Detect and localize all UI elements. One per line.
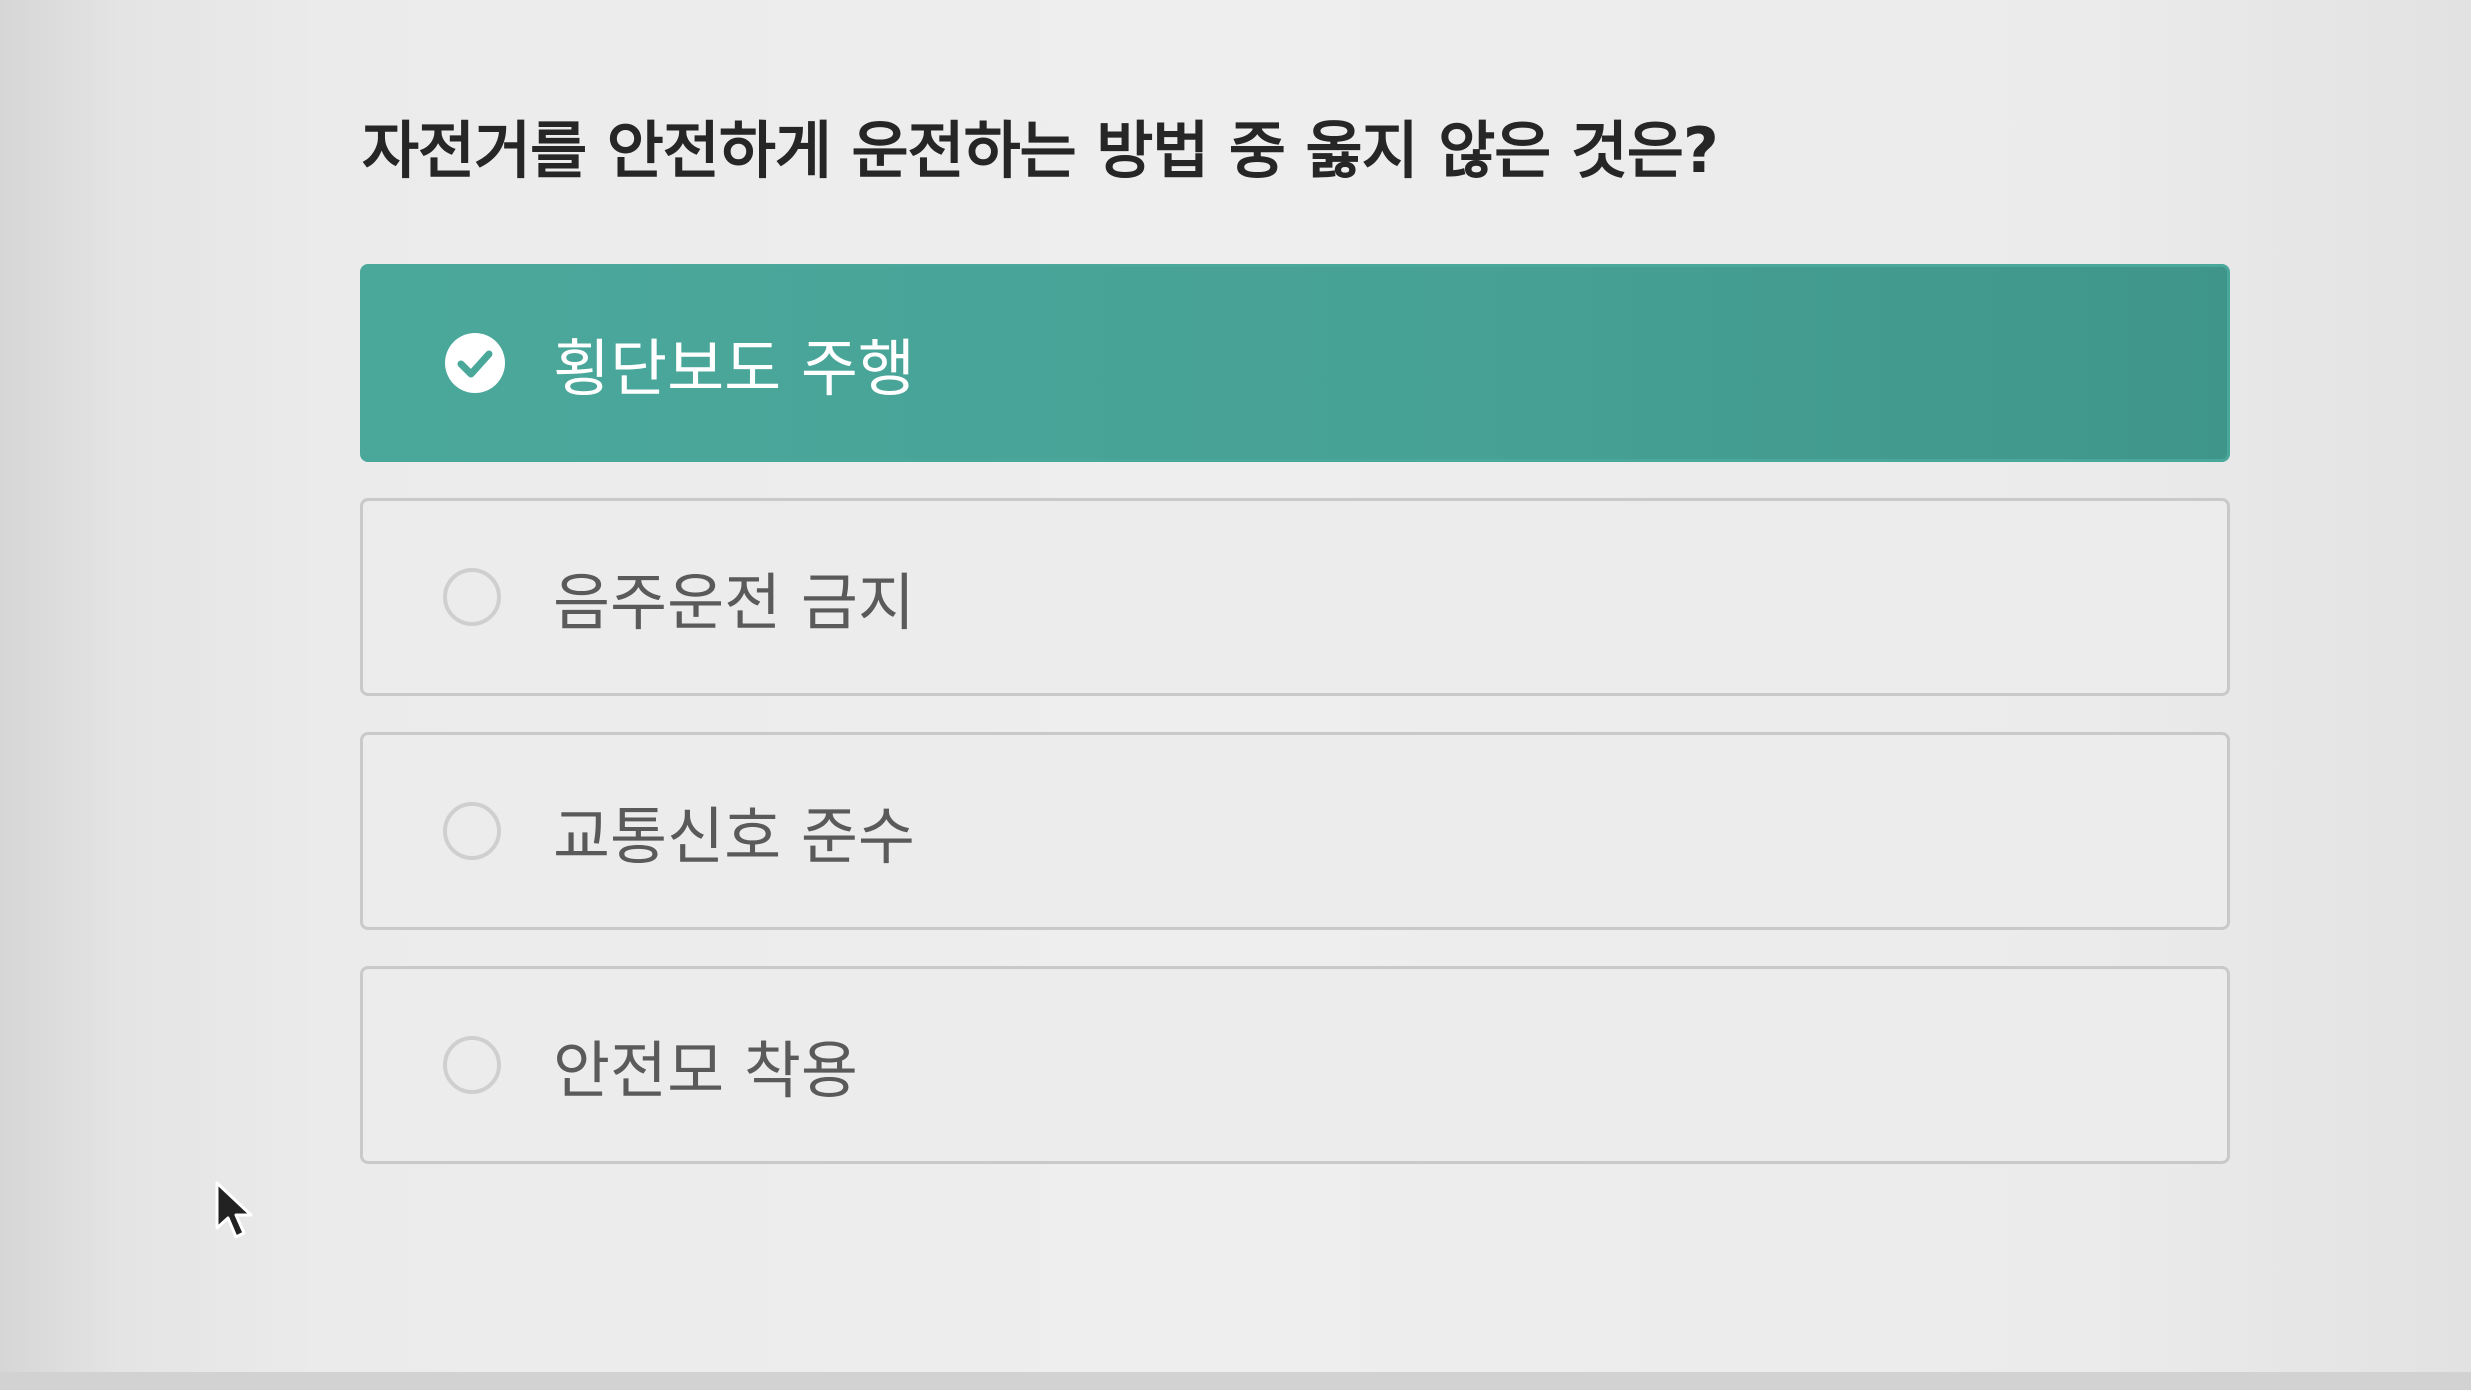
answer-option-label: 횡단보도 주행 (553, 332, 915, 405)
answer-option-4[interactable]: 안전모 착용 (360, 966, 2230, 1164)
radio-empty-icon (443, 1036, 501, 1094)
answer-option-3[interactable]: 교통신호 준수 (360, 732, 2230, 930)
answer-option-2[interactable]: 음주운전 금지 (360, 498, 2230, 696)
answer-option-label: 교통신호 준수 (553, 800, 915, 873)
answer-options: 횡단보도 주행 음주운전 금지 교통신호 준수 안전모 착용 (360, 264, 2230, 1200)
radio-empty-icon (443, 568, 501, 626)
answer-option-label: 안전모 착용 (553, 1034, 858, 1107)
question-title: 자전거를 안전하게 운전하는 방법 중 옳지 않은 것은? (362, 114, 1719, 187)
check-circle-icon (445, 333, 505, 393)
answer-option-1[interactable]: 횡단보도 주행 (360, 264, 2230, 462)
mouse-pointer-icon (215, 1181, 253, 1239)
quiz-screen: 자전거를 안전하게 운전하는 방법 중 옳지 않은 것은? 횡단보도 주행 음주… (0, 0, 2471, 1390)
radio-empty-icon (443, 802, 501, 860)
answer-option-label: 음주운전 금지 (553, 566, 915, 639)
screen-bottom-edge (0, 1372, 2471, 1390)
